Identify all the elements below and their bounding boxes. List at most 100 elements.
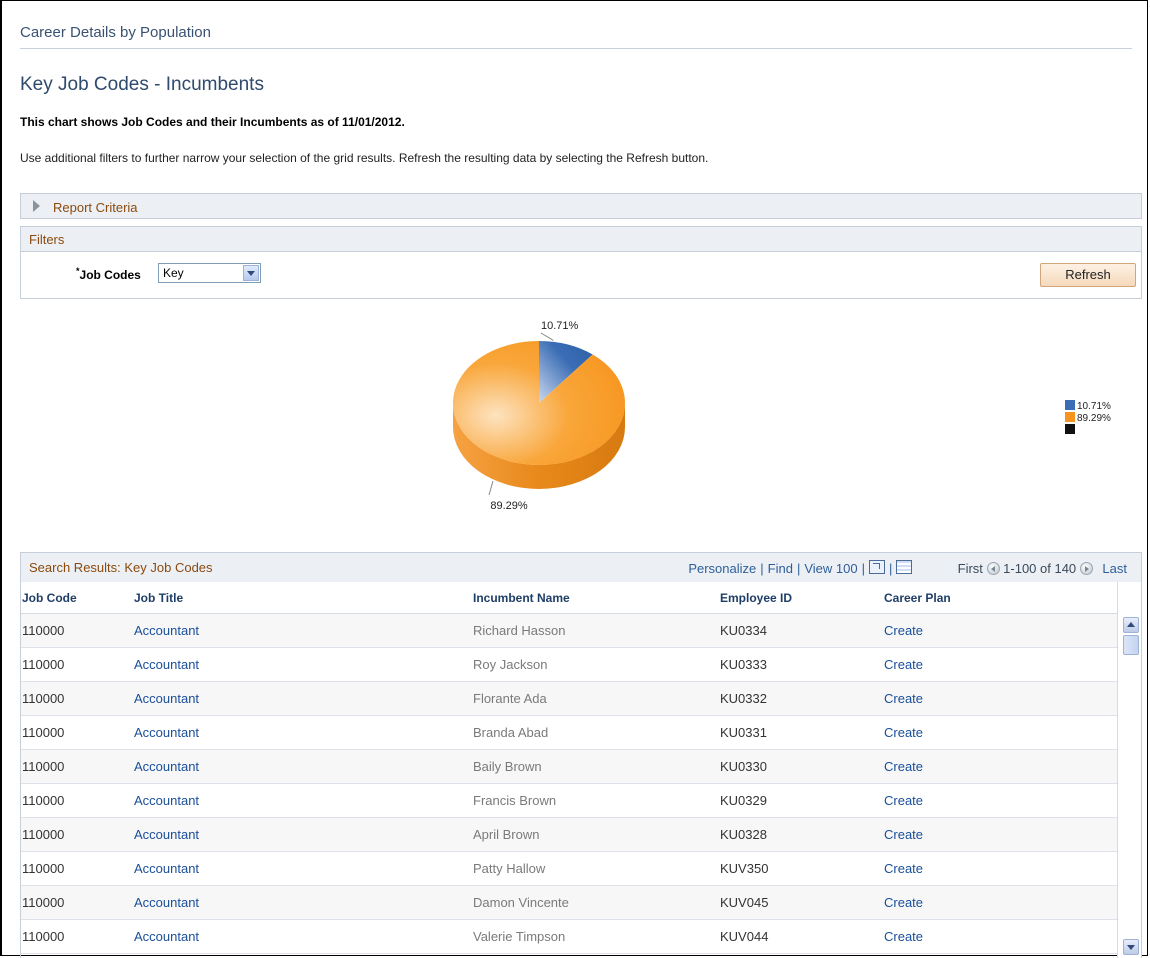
legend-swatch-1	[1065, 400, 1075, 410]
pie-slice-2[interactable]	[453, 341, 625, 465]
job-title-link[interactable]: Accountant	[133, 647, 472, 682]
job-codes-selected-value: Key	[163, 266, 184, 280]
filters-panel: Filters *Job Codes Key Refresh	[20, 226, 1142, 299]
employee-id-cell: KUV350	[719, 851, 883, 886]
column-header-job-code[interactable]: Job Code	[21, 582, 133, 614]
job-title-link[interactable]: Accountant	[133, 749, 472, 784]
pie-slice-label-2: 89.29%	[490, 500, 528, 512]
create-career-plan-link[interactable]: Create	[883, 783, 1117, 818]
column-header-career-plan[interactable]: Career Plan	[883, 582, 1117, 614]
pie-leader-line-2	[488, 480, 494, 496]
vertical-scrollbar[interactable]	[1117, 582, 1141, 958]
incumbent-name-cell: Francis Brown	[472, 783, 719, 818]
create-career-plan-link[interactable]: Create	[883, 749, 1117, 784]
results-table: Job Code Job Title Incumbent Name Employ…	[21, 582, 1117, 954]
job-title-link[interactable]: Accountant	[133, 715, 472, 750]
grid-title: Search Results: Key Job Codes	[29, 560, 213, 575]
job-title-link[interactable]: Accountant	[133, 885, 472, 920]
employee-id-cell: KU0334	[719, 613, 883, 648]
column-header-job-title[interactable]: Job Title	[133, 582, 472, 614]
job-code-cell: 110000	[21, 715, 133, 750]
create-career-plan-link[interactable]: Create	[883, 613, 1117, 648]
pie-top	[453, 341, 625, 465]
filters-header: Filters	[21, 227, 1141, 252]
legend-label-1: 10.71%	[1077, 401, 1111, 412]
personalize-link[interactable]: Personalize	[688, 561, 756, 576]
job-code-cell: 110000	[21, 749, 133, 784]
page-title: Key Job Codes - Incumbents	[20, 74, 264, 95]
incumbent-name-cell: April Brown	[472, 817, 719, 852]
create-career-plan-link[interactable]: Create	[883, 681, 1117, 716]
find-link[interactable]: Find	[768, 561, 793, 576]
chart-legend: 10.71%89.29%	[1065, 400, 1111, 434]
create-career-plan-link[interactable]: Create	[883, 817, 1117, 852]
job-title-link[interactable]: Accountant	[133, 851, 472, 886]
job-codes-select[interactable]: Key	[158, 263, 261, 283]
employee-id-cell: KUV044	[719, 919, 883, 954]
job-code-cell: 110000	[21, 885, 133, 920]
employee-id-cell: KU0332	[719, 681, 883, 716]
row-range: 1-100 of 140	[1003, 561, 1077, 576]
pie-leader-line-1	[540, 332, 554, 341]
job-title-link[interactable]: Accountant	[133, 919, 472, 954]
job-title-link[interactable]: Accountant	[133, 681, 472, 716]
job-code-cell: 110000	[21, 647, 133, 682]
grid-toolbar: Personalize | Find | View 100 | | First 1-100 …	[688, 560, 1127, 576]
create-career-plan-link[interactable]: Create	[883, 715, 1117, 750]
chart-description: This chart shows Job Codes and their Inc…	[20, 115, 405, 129]
table-row: 110000 Accountant Damon Vincente KUV045 Crea…	[21, 885, 1117, 920]
last-link[interactable]: Last	[1102, 561, 1127, 576]
table-row: 110000 Accountant Patty Hallow KUV350 Create	[21, 851, 1117, 886]
scroll-down-icon[interactable]	[1123, 939, 1139, 955]
table-row: 110000 Accountant April Brown KU0328 Create	[21, 817, 1117, 852]
scroll-thumb[interactable]	[1123, 635, 1139, 655]
employee-id-cell: KUV045	[719, 885, 883, 920]
filters-title: Filters	[29, 232, 65, 247]
chevron-down-icon[interactable]	[243, 265, 259, 281]
job-code-cell: 110000	[21, 783, 133, 818]
pie-slice-label-1: 10.71%	[541, 320, 579, 332]
table-row: 110000 Accountant Richard Hasson KU0334 Crea…	[21, 613, 1117, 648]
refresh-button[interactable]: Refresh	[1040, 263, 1136, 287]
grid-title-bar: Search Results: Key Job Codes Personaliz…	[21, 553, 1141, 583]
next-page-icon[interactable]	[1079, 562, 1093, 575]
employee-id-cell: KU0330	[719, 749, 883, 784]
table-row: 110000 Accountant Baily Brown KU0330 Create	[21, 749, 1117, 784]
incumbent-name-cell: Branda Abad	[472, 715, 719, 750]
job-code-cell: 110000	[21, 919, 133, 954]
create-career-plan-link[interactable]: Create	[883, 851, 1117, 886]
download-spreadsheet-icon[interactable]	[896, 560, 913, 574]
employee-id-cell: KU0329	[719, 783, 883, 818]
previous-page-icon[interactable]	[986, 562, 1000, 575]
zoom-icon[interactable]	[868, 560, 885, 574]
pie-chart-area: 10.71% 89.29% 10.71% 89.29%	[20, 305, 1142, 550]
instructions-text: Use additional filters to further narrow…	[20, 151, 709, 165]
report-criteria-label: Report Criteria	[53, 200, 138, 215]
employee-id-cell: KU0331	[719, 715, 883, 750]
legend-swatch-2	[1065, 412, 1075, 422]
scroll-up-icon[interactable]	[1123, 617, 1139, 633]
job-code-cell: 110000	[21, 613, 133, 648]
job-code-cell: 110000	[21, 851, 133, 886]
employee-id-cell: KU0328	[719, 817, 883, 852]
job-title-link[interactable]: Accountant	[133, 817, 472, 852]
column-header-employee-id[interactable]: Employee ID	[719, 582, 883, 614]
expand-triangle-icon	[33, 200, 40, 212]
table-header-row: Job Code Job Title Incumbent Name Employ…	[21, 582, 1117, 614]
create-career-plan-link[interactable]: Create	[883, 919, 1117, 954]
legend-label-2: 89.29%	[1077, 413, 1111, 424]
employee-id-cell: KU0333	[719, 647, 883, 682]
job-codes-label: *Job Codes	[76, 266, 141, 282]
job-title-link[interactable]: Accountant	[133, 783, 472, 818]
incumbent-name-cell: Roy Jackson	[472, 647, 719, 682]
column-header-incumbent-name[interactable]: Incumbent Name	[472, 582, 719, 614]
report-criteria-toggle[interactable]: Report Criteria	[20, 193, 1142, 219]
view-all-link[interactable]: View 100	[804, 561, 857, 576]
create-career-plan-link[interactable]: Create	[883, 647, 1117, 682]
incumbent-name-cell: Valerie Timpson	[472, 919, 719, 954]
first-link[interactable]: First	[958, 561, 983, 576]
create-career-plan-link[interactable]: Create	[883, 885, 1117, 920]
job-code-cell: 110000	[21, 681, 133, 716]
job-title-link[interactable]: Accountant	[133, 613, 472, 648]
table-row: 110000 Accountant Roy Jackson KU0333 Create	[21, 647, 1117, 682]
